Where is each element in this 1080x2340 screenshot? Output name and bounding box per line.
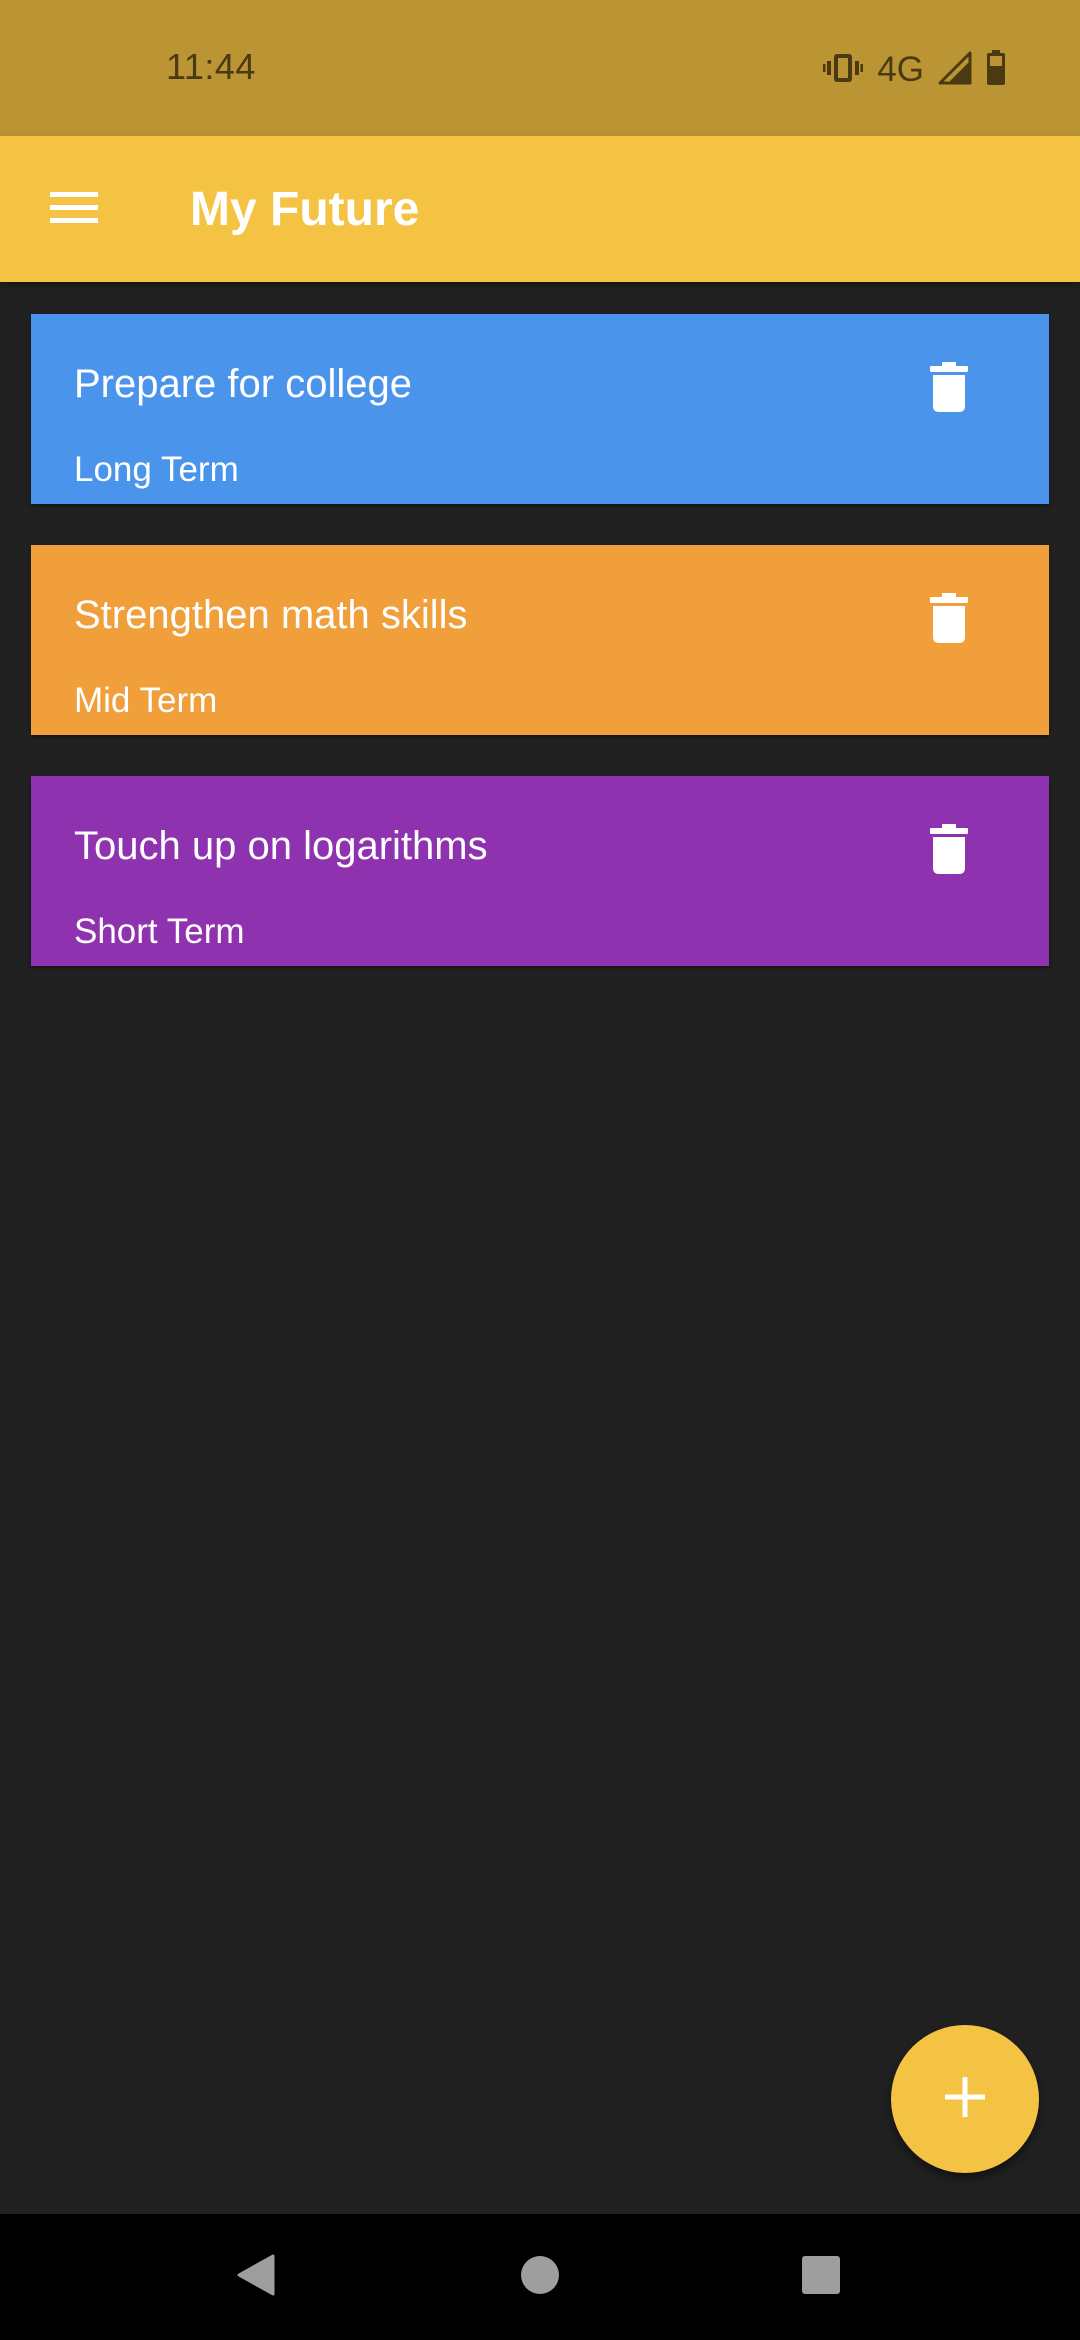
menu-button[interactable]: [42, 181, 106, 237]
app-title: My Future: [190, 183, 420, 236]
trash-icon: [930, 823, 968, 879]
network-type-label: 4G: [877, 50, 924, 89]
status-bar: 11:44 4G: [0, 0, 1080, 136]
goal-term: Mid Term: [74, 681, 218, 720]
trash-icon: [930, 592, 968, 648]
back-button[interactable]: [226, 2247, 286, 2307]
app-bar: My Future: [0, 136, 1080, 282]
recents-icon: [801, 2255, 841, 2300]
home-icon: [519, 2254, 561, 2301]
plus-icon: [943, 2075, 987, 2124]
trash-icon: [930, 361, 968, 417]
add-goal-button[interactable]: [891, 2025, 1039, 2173]
recents-button[interactable]: [791, 2247, 851, 2307]
goal-title: Prepare for college: [74, 362, 412, 406]
delete-goal-button[interactable]: [919, 816, 979, 886]
back-icon: [235, 2252, 277, 2303]
goal-card[interactable]: Strengthen math skills Mid Term: [31, 545, 1049, 735]
goal-card[interactable]: Prepare for college Long Term: [31, 314, 1049, 504]
goal-term: Long Term: [74, 450, 239, 489]
vibrate-icon: [823, 52, 864, 89]
goal-term: Short Term: [74, 912, 245, 951]
delete-goal-button[interactable]: [919, 354, 979, 424]
system-nav-bar: [0, 2214, 1080, 2340]
goal-card[interactable]: Touch up on logarithms Short Term: [31, 776, 1049, 966]
status-time: 11:44: [166, 46, 256, 87]
signal-icon: [938, 51, 972, 90]
delete-goal-button[interactable]: [919, 585, 979, 655]
status-icons: 4G: [823, 49, 1006, 91]
battery-icon: [986, 49, 1006, 91]
hamburger-menu-icon: [50, 189, 98, 230]
goal-title: Strengthen math skills: [74, 593, 468, 637]
home-button[interactable]: [510, 2247, 570, 2307]
screen: 11:44 4G My Future Prepare for college L…: [0, 0, 1080, 2340]
goal-title: Touch up on logarithms: [74, 824, 488, 868]
